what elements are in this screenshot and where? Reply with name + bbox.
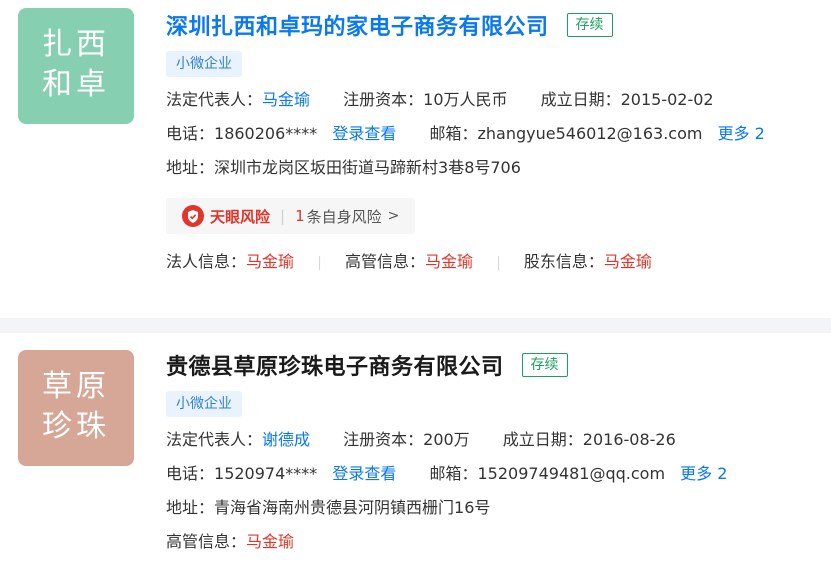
date-label: 成立日期：: [540, 90, 621, 109]
logo-text-line: 扎西: [42, 27, 110, 62]
email-value: zhangyue546012@163.com: [477, 124, 703, 143]
status-badge: 存续: [566, 13, 613, 37]
company-tag: 小微企业: [166, 51, 242, 77]
risk-text: 条自身风险: [306, 207, 382, 226]
company-info: 深圳扎西和卓玛的家电子商务有限公司 存续 小微企业 法定代表人：马金瑜 注册资本…: [166, 8, 821, 279]
risk-button[interactable]: 天眼风险 | 1 条自身风险 >: [166, 198, 416, 234]
company-info: 贵德县草原珍珠电子商务有限公司 存续 小微企业 法定代表人：谢德成 注册资本：2…: [166, 348, 821, 559]
phone-label: 电话：: [166, 464, 215, 483]
email-label: 邮箱：: [429, 464, 478, 483]
capital-value: 200万: [423, 430, 470, 449]
person-link[interactable]: 马金瑜: [604, 252, 652, 271]
logo-text-line: 和卓: [42, 67, 110, 102]
company-tag: 小微企业: [166, 391, 242, 417]
date-value: 2016-08-26: [582, 430, 676, 449]
persons-row: 法人信息：马金瑜 | 高管信息：马金瑜 | 股东信息：马金瑜: [166, 245, 821, 279]
company-name-link[interactable]: 深圳扎西和卓玛的家电子商务有限公司: [166, 9, 549, 41]
person-link[interactable]: 马金瑜: [246, 252, 294, 271]
persons-row: 高管信息：马金瑜: [166, 525, 821, 559]
legal-rep-label: 法定代表人：: [166, 430, 263, 449]
logo-text-line: 珍珠: [42, 409, 110, 444]
basic-info-row: 法定代表人：马金瑜 注册资本：10万人民币 成立日期：2015-02-02: [166, 83, 821, 117]
date-value: 2015-02-02: [620, 90, 714, 109]
address-row: 地址：青海省海南州贵德县河阴镇西栅门16号: [166, 491, 821, 525]
risk-divider: |: [280, 207, 286, 225]
company-card: 草原 珍珠 贵德县草原珍珠电子商务有限公司 存续 小微企业 法定代表人：谢德成 …: [0, 333, 831, 573]
divider: |: [496, 255, 501, 271]
capital-label: 注册资本：: [343, 430, 424, 449]
capital-label: 注册资本：: [343, 90, 424, 109]
person-label: 高管信息：: [166, 532, 247, 551]
more-link[interactable]: 更多 2: [718, 124, 765, 143]
risk-count: 1: [295, 207, 305, 225]
contact-row: 电话：1520974**** 登录查看 邮箱：15209749481@qq.co…: [166, 457, 821, 491]
login-view-link[interactable]: 登录查看: [332, 124, 396, 143]
address-label: 地址：: [166, 498, 215, 517]
address-value: 青海省海南州贵德县河阴镇西栅门16号: [214, 498, 491, 517]
legal-rep-label: 法定代表人：: [166, 90, 263, 109]
company-card: 扎西 和卓 深圳扎西和卓玛的家电子商务有限公司 存续 小微企业 法定代表人：马金…: [0, 0, 831, 318]
basic-info-row: 法定代表人：谢德成 注册资本：200万 成立日期：2016-08-26: [166, 423, 821, 457]
more-link[interactable]: 更多 2: [680, 464, 727, 483]
date-label: 成立日期：: [502, 430, 583, 449]
company-logo[interactable]: 扎西 和卓: [18, 8, 134, 124]
login-view-link[interactable]: 登录查看: [332, 464, 396, 483]
logo-text-line: 草原: [42, 369, 110, 404]
person-link[interactable]: 马金瑜: [246, 532, 294, 551]
person-link[interactable]: 马金瑜: [425, 252, 473, 271]
chevron-right-icon: >: [387, 208, 400, 224]
email-value: 15209749481@qq.com: [477, 464, 666, 483]
legal-rep-link[interactable]: 马金瑜: [262, 90, 310, 109]
phone-value: 1860206****: [214, 124, 318, 143]
risk-title: 天眼风险: [210, 207, 271, 226]
status-badge: 存续: [521, 353, 568, 377]
company-name-link[interactable]: 贵德县草原珍珠电子商务有限公司: [166, 349, 504, 381]
person-label: 高管信息：: [344, 252, 425, 271]
phone-value: 1520974****: [214, 464, 318, 483]
capital-value: 10万人民币: [423, 90, 508, 109]
address-row: 地址：深圳市龙岗区坂田街道马蹄新村3巷8号706: [166, 151, 821, 185]
divider: |: [317, 255, 322, 271]
legal-rep-link[interactable]: 谢德成: [262, 430, 310, 449]
person-label: 股东信息：: [523, 252, 604, 271]
phone-label: 电话：: [166, 124, 215, 143]
address-value: 深圳市龙岗区坂田街道马蹄新村3巷8号706: [214, 158, 521, 177]
address-label: 地址：: [166, 158, 215, 177]
company-logo[interactable]: 草原 珍珠: [18, 350, 134, 466]
contact-row: 电话：1860206**** 登录查看 邮箱：zhangyue546012@16…: [166, 117, 821, 151]
person-label: 法人信息：: [166, 252, 247, 271]
shield-icon: [182, 205, 204, 227]
email-label: 邮箱：: [429, 124, 478, 143]
